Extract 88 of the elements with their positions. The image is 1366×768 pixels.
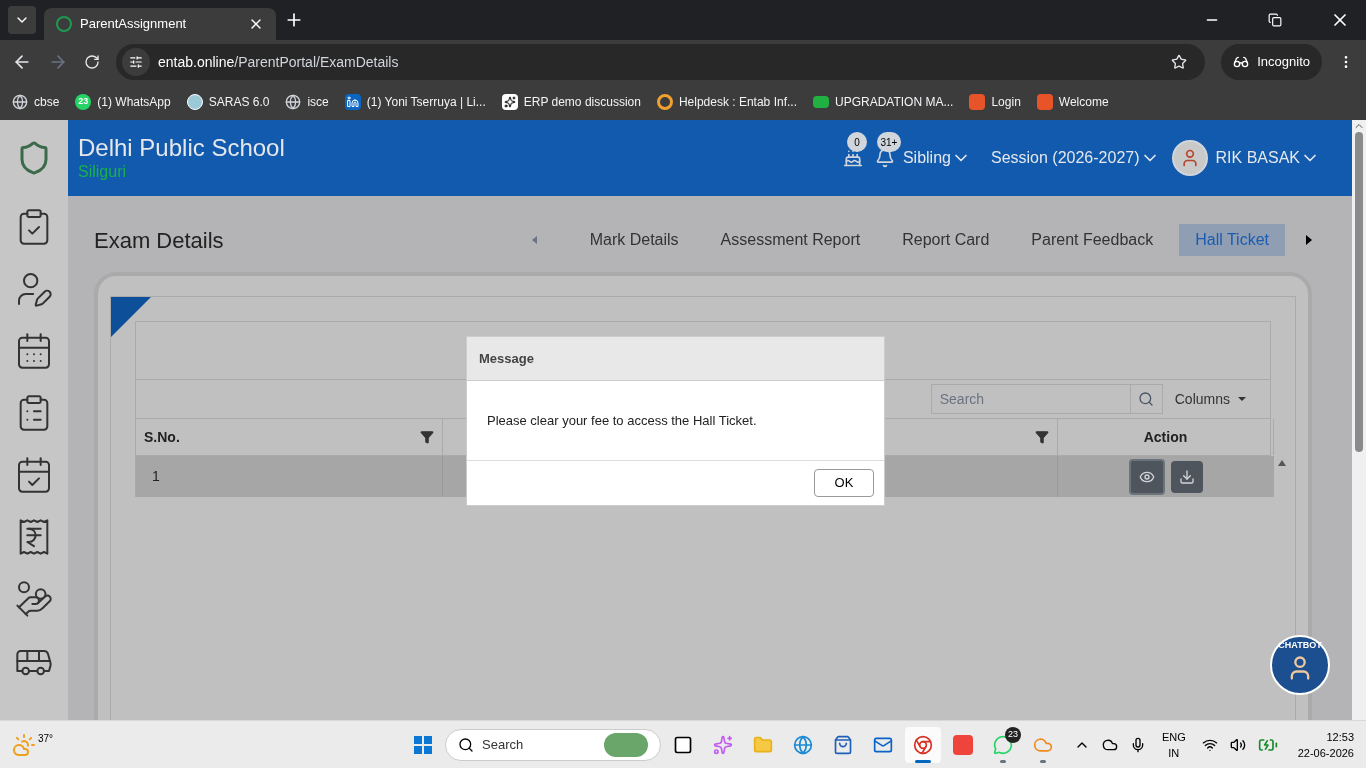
column-header: S.No.: [144, 427, 180, 447]
region-indicator[interactable]: IN: [1168, 744, 1180, 761]
columns-dropdown[interactable]: Columns: [1174, 388, 1246, 410]
chatbot-button[interactable]: CHATBOT: [1270, 635, 1330, 695]
table-cell: 1: [136, 456, 443, 497]
temperature: 37°: [38, 732, 54, 746]
bookmark-link[interactable]: Welcome: [1036, 93, 1109, 111]
tab-favicon-icon: [56, 16, 72, 32]
address-bar[interactable]: entab.online/ParentPortal/ExamDetails: [116, 44, 1206, 80]
scroll-up-icon[interactable]: [1277, 460, 1286, 466]
bookmark-link[interactable]: ERP demo discussion: [501, 93, 641, 111]
column-header: Action: [1143, 427, 1188, 447]
restore-icon[interactable]: [1268, 13, 1282, 27]
page-tab[interactable]: Mark Details: [573, 224, 695, 256]
language-indicator[interactable]: ENG: [1161, 728, 1186, 745]
notification-icon[interactable]: [874, 148, 895, 168]
filter-icon[interactable]: [420, 430, 434, 444]
bookmark-link[interactable]: isce: [285, 93, 329, 111]
square-logo-icon: [1036, 94, 1053, 110]
count-badge: 31+: [876, 132, 901, 152]
clock-time[interactable]: 12:53: [1326, 728, 1354, 745]
search-icon: [458, 736, 474, 753]
site-settings-icon[interactable]: [129, 55, 143, 69]
taskbar-search-field[interactable]: Search: [482, 734, 596, 755]
bookmark-star-icon[interactable]: [1171, 54, 1188, 70]
browser-tab[interactable]: ParentAssignment: [44, 8, 276, 40]
bookmark-link[interactable]: UPGRADATION MA...: [813, 93, 954, 111]
chrome-taskbar-button[interactable]: [905, 726, 941, 763]
tab-title: ParentAssignment: [80, 15, 188, 34]
school-name: Delhi Public School: [78, 134, 285, 162]
emblem-icon: [186, 94, 203, 110]
folder-icon: [753, 734, 773, 755]
view-button[interactable]: [1129, 458, 1165, 495]
landscape-icon: [604, 732, 648, 757]
square-logo-icon: [969, 94, 986, 110]
bookmark-link[interactable]: SARAS 6.0: [186, 93, 270, 111]
incognito-button[interactable]: Incognito: [1221, 44, 1322, 80]
page-tab[interactable]: Parent Feedback: [1015, 224, 1170, 256]
volume-icon[interactable]: [1229, 736, 1246, 753]
scroll-right-icon[interactable]: [1306, 235, 1312, 245]
dialog-message: Please clear your fee to access the Hall Ticket.: [487, 411, 757, 430]
ring-icon: [656, 94, 673, 110]
dialog-title: Message: [479, 349, 534, 368]
search-box[interactable]: Search: [930, 384, 1163, 414]
taskbar-search-box[interactable]: Search: [445, 728, 661, 761]
download-button[interactable]: [1171, 460, 1203, 493]
whatsapp-taskbar-button[interactable]: 23: [985, 726, 1021, 763]
sidebar-nav-icon[interactable]: [14, 579, 54, 619]
bookmark-link[interactable]: 23 (1) WhatsApp: [75, 93, 171, 111]
bag-icon: [833, 734, 853, 755]
page-tab[interactable]: Assessment Report: [704, 224, 877, 256]
globe-icon: [793, 734, 813, 755]
bookmark-link[interactable]: cbse: [12, 93, 60, 111]
tag-icon: [813, 96, 829, 108]
bookmark-link[interactable]: Login: [969, 93, 1021, 111]
globe-icon: [285, 94, 302, 110]
school-city: Siliguri: [78, 162, 127, 182]
page-tab[interactable]: Report Card: [886, 224, 1006, 256]
incognito-icon: [1233, 54, 1250, 70]
clock-date[interactable]: 22-06-2026: [1297, 744, 1354, 761]
linkedin-icon: [344, 94, 361, 110]
url-text: entab.online/ParentPortal/ExamDetails: [158, 52, 400, 72]
page-title: Exam Details: [94, 226, 224, 255]
count-badge: 23: [75, 94, 92, 110]
corner-ribbon-icon: [111, 297, 151, 337]
sparkle-icon: [713, 734, 733, 755]
ok-button[interactable]: OK: [814, 469, 874, 497]
download-icon: [1179, 468, 1195, 485]
filter-icon[interactable]: [1035, 430, 1049, 444]
count-badge: 0: [846, 132, 867, 152]
cake-icon[interactable]: [842, 148, 863, 168]
bookmark-link[interactable]: Helpdesk : Entab Inf...: [656, 93, 797, 111]
browser-icon: [913, 734, 933, 755]
windows-logo-icon: [414, 735, 432, 754]
reload-icon[interactable]: [84, 54, 100, 70]
globe-icon: [12, 94, 28, 110]
count-badge: 23: [1005, 726, 1021, 743]
bookmark-link[interactable]: (1) Yoni Tserruya | Li...: [344, 93, 486, 111]
user-dropdown[interactable]: RIK BASAK: [1215, 146, 1320, 170]
search-icon[interactable]: [1138, 391, 1155, 407]
search-field[interactable]: Search: [931, 385, 1130, 413]
sibling-dropdown[interactable]: Sibling: [902, 146, 971, 170]
scrollbar-thumb[interactable]: [1355, 132, 1363, 452]
square-icon: [953, 734, 973, 755]
window-icon: [673, 734, 693, 755]
tab-list-button[interactable]: [8, 6, 36, 34]
session-dropdown[interactable]: Session (2026-2027): [990, 146, 1160, 170]
page-scrollbar[interactable]: [1352, 120, 1366, 720]
